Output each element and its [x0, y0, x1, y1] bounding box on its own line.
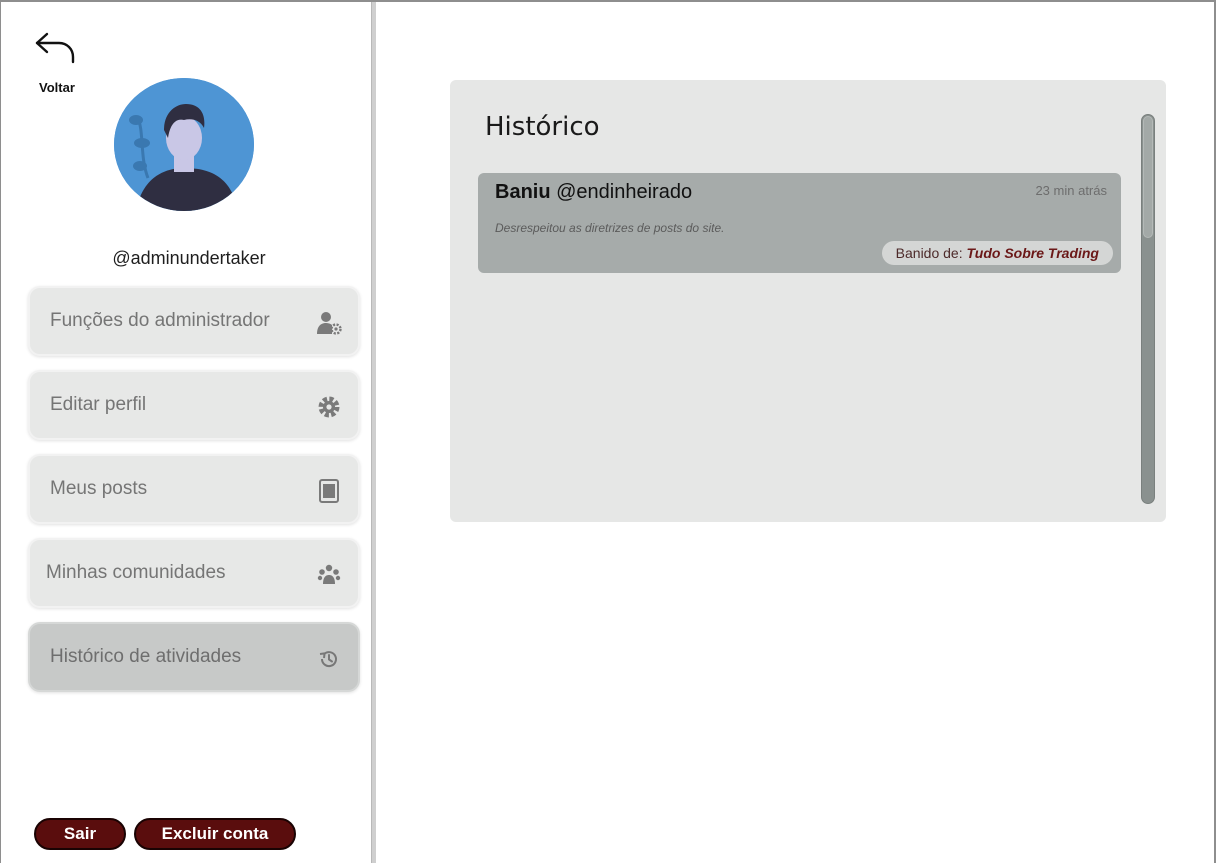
history-entry[interactable]: Baniu @endinheirado 23 min atrás Desresp… — [478, 173, 1121, 273]
scrollbar-thumb[interactable] — [1143, 116, 1153, 238]
username: @adminundertaker — [112, 248, 266, 268]
entry-description: Desrespeitou as diretrizes de posts do s… — [495, 221, 725, 235]
entry-heading: Baniu @endinheirado — [495, 181, 692, 204]
back-button[interactable]: Voltar — [31, 24, 77, 98]
panel-title: Histórico — [485, 112, 600, 142]
menu-item-my-communities[interactable]: Minhas comunidades — [28, 538, 360, 608]
entry-timestamp: 23 min atrás — [1035, 183, 1107, 198]
group-icon — [317, 564, 341, 584]
delete-account-button[interactable]: Excluir conta — [134, 818, 296, 850]
avatar-illustration — [114, 78, 254, 211]
menu-item-admin-functions[interactable]: Funções do administrador — [28, 286, 360, 356]
logout-button[interactable]: Sair — [34, 818, 126, 850]
menu-item-label: Funções do administrador — [50, 310, 270, 331]
menu-item-activity-history[interactable]: Histórico de atividades — [28, 622, 360, 692]
document-icon — [319, 479, 339, 503]
back-arrow-icon — [35, 32, 75, 64]
menu-item-label: Meus posts — [50, 478, 148, 499]
scrollbar[interactable] — [1141, 114, 1155, 504]
menu-item-label: Editar perfil — [50, 394, 147, 415]
sidebar-divider — [371, 2, 376, 863]
menu-item-edit-profile[interactable]: Editar perfil — [28, 370, 360, 440]
avatar — [114, 78, 254, 211]
badge-prefix: Banido de: — [895, 245, 967, 261]
gear-icon — [318, 396, 340, 418]
menu-item-label: Histórico de atividades — [50, 646, 242, 667]
sidebar: Voltar @adminundertaker Funções do admin… — [0, 2, 376, 863]
entry-target-user[interactable]: @endinheirado — [556, 181, 692, 203]
badge-community[interactable]: Tudo Sobre Trading — [967, 245, 1100, 261]
entry-action: Baniu — [495, 181, 551, 203]
back-label: Voltar — [39, 80, 75, 95]
menu-item-my-posts[interactable]: Meus posts — [28, 454, 360, 524]
history-icon — [319, 651, 337, 668]
entry-banned-from-badge: Banido de: Tudo Sobre Trading — [881, 241, 1113, 265]
user-gear-icon — [317, 312, 342, 335]
history-panel: Histórico Baniu @endinheirado 23 min atr… — [450, 80, 1166, 522]
menu-item-label: Minhas comunidades — [46, 562, 226, 583]
